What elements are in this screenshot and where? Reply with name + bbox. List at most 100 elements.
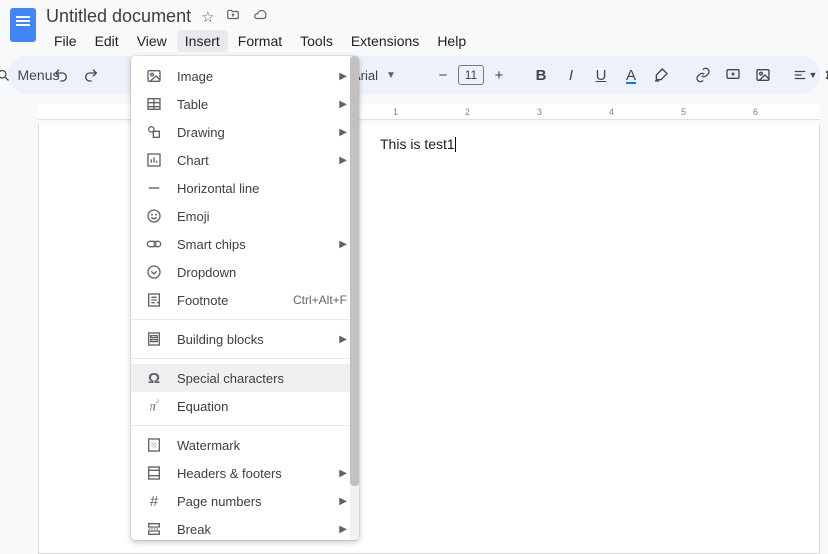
chevron-right-icon: ▶ [339, 524, 347, 535]
move-icon[interactable] [225, 8, 241, 26]
menu-item-label: Emoji [177, 209, 347, 224]
ruler-tick: 5 [681, 107, 686, 117]
image-icon [145, 68, 163, 84]
insert-menu-chart[interactable]: Chart ▶ [131, 146, 359, 174]
ruler-tick: 1 [393, 107, 398, 117]
text-color-button[interactable]: A [618, 62, 644, 88]
menu-item-label: Drawing [177, 125, 325, 140]
insert-menu-break[interactable]: Break ▶ [131, 515, 359, 540]
ruler-tick: 4 [609, 107, 614, 117]
omega-icon: Ω [145, 370, 163, 387]
menu-item-label: Footnote [177, 293, 279, 308]
chevron-down-icon: ▼ [386, 70, 396, 81]
insert-menu-table[interactable]: Table▶ [131, 90, 359, 118]
insert-menu-building-blocks[interactable]: Building blocks▶ [131, 325, 359, 353]
chips-icon [145, 236, 163, 252]
chevron-right-icon: ▶ [339, 496, 347, 507]
dropdown-icon [145, 264, 163, 280]
menu-edit[interactable]: Edit [87, 30, 127, 52]
insert-menu-page-numbers[interactable]: # Page numbers ▶ [131, 487, 359, 515]
chevron-right-icon: ▶ [339, 239, 347, 250]
menu-item-label: Equation [177, 399, 347, 414]
document-text: This is test1 [380, 136, 455, 152]
insert-menu-horizontal-line[interactable]: Horizontal line [131, 174, 359, 202]
menu-item-label: Headers & footers [177, 466, 325, 481]
line-spacing-button[interactable]: ▼ [822, 62, 828, 88]
underline-button[interactable]: U [588, 62, 614, 88]
break-icon [145, 521, 163, 537]
chart-icon [145, 152, 163, 168]
menu-insert[interactable]: Insert [177, 30, 228, 52]
chevron-right-icon: ▶ [339, 468, 347, 479]
dropdown-scrollbar-thumb[interactable] [350, 56, 359, 486]
menu-format[interactable]: Format [230, 30, 290, 52]
ruler-tick: 3 [537, 107, 542, 117]
chevron-right-icon: ▶ [339, 71, 347, 82]
insert-link-button[interactable] [690, 62, 716, 88]
emoji-icon [145, 208, 163, 224]
insert-menu-drawing[interactable]: Drawing ▶ [131, 118, 359, 146]
font-size-increase[interactable]: + [486, 62, 512, 88]
hash-icon: # [145, 493, 163, 510]
document-title[interactable]: Untitled document [46, 6, 191, 27]
align-button[interactable]: ▼ [792, 62, 818, 88]
highlight-button[interactable] [648, 62, 674, 88]
redo-button[interactable] [78, 62, 104, 88]
menu-item-label: Image [177, 69, 325, 84]
undo-button[interactable] [48, 62, 74, 88]
menu-view[interactable]: View [129, 30, 175, 52]
menu-item-label: Dropdown [177, 265, 347, 280]
insert-menu-smart-chips[interactable]: Smart chips ▶ [131, 230, 359, 258]
menu-item-label: Building blocks [177, 332, 325, 347]
left-gutter [8, 104, 38, 554]
bold-button[interactable]: B [528, 62, 554, 88]
ruler-tick: 6 [753, 107, 758, 117]
menu-separator [131, 358, 359, 359]
insert-menu-dropdown[interactable]: Dropdown [131, 258, 359, 286]
text-cursor [455, 137, 456, 152]
pi-icon: π² [145, 398, 163, 414]
watermark-icon [145, 437, 163, 453]
menu-extensions[interactable]: Extensions [343, 30, 427, 52]
star-icon[interactable]: ☆ [201, 8, 214, 26]
footnote-icon [145, 292, 163, 308]
menu-separator [131, 425, 359, 426]
add-comment-button[interactable] [720, 62, 746, 88]
dropdown-scrollbar-track[interactable] [350, 56, 359, 540]
insert-image-button[interactable] [750, 62, 776, 88]
menu-file[interactable]: File [46, 30, 85, 52]
menu-tools[interactable]: Tools [292, 30, 341, 52]
chevron-right-icon: ▶ [339, 155, 347, 166]
insert-menu-headers-footers[interactable]: Headers & footers ▶ [131, 459, 359, 487]
menu-item-label: Table [177, 97, 325, 112]
insert-menu-emoji[interactable]: Emoji [131, 202, 359, 230]
blocks-icon [145, 331, 163, 347]
font-size-value[interactable]: 11 [458, 65, 484, 85]
menu-item-label: Horizontal line [177, 181, 347, 196]
docs-logo[interactable] [10, 8, 36, 42]
chevron-right-icon: ▶ [339, 127, 347, 138]
font-size-decrease[interactable]: − [430, 62, 456, 88]
ruler-tick: 2 [465, 107, 470, 117]
insert-menu-dropdown: Image▶Table▶Drawing▶Chart▶Horizontal lin… [131, 56, 359, 540]
headers-icon [145, 465, 163, 481]
menu-item-label: Break [177, 522, 325, 537]
insert-menu-equation[interactable]: π² Equation [131, 392, 359, 420]
cloud-status-icon[interactable] [251, 8, 269, 26]
hr-icon [145, 180, 163, 196]
menu-item-label: Watermark [177, 438, 347, 453]
insert-menu-watermark[interactable]: Watermark [131, 431, 359, 459]
insert-menu-image[interactable]: Image ▶ [131, 62, 359, 90]
insert-menu-footnote[interactable]: FootnoteCtrl+Alt+F [131, 286, 359, 314]
menu-item-label: Special characters [177, 371, 347, 386]
search-menus-button[interactable]: Menus [18, 62, 44, 88]
toolbar: Menus Arial ▼ − 11 + B I U A ▼ ▼ ▼ [8, 56, 820, 94]
menu-help[interactable]: Help [429, 30, 474, 52]
insert-menu-special-characters[interactable]: Ω Special characters [131, 364, 359, 392]
italic-button[interactable]: I [558, 62, 584, 88]
menu-item-label: Smart chips [177, 237, 325, 252]
menu-item-label: Page numbers [177, 494, 325, 509]
search-icon [0, 68, 11, 83]
menu-separator [131, 319, 359, 320]
menu-item-label: Chart [177, 153, 325, 168]
